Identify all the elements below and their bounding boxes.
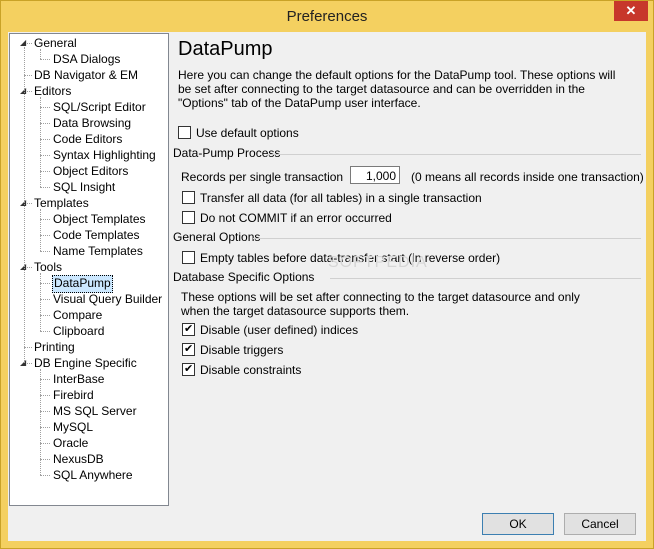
- tree-item[interactable]: MS SQL Server: [52, 403, 138, 419]
- tree-connector: [40, 219, 50, 220]
- checkbox-box[interactable]: [182, 211, 195, 224]
- db-specific-note: These options will be set after connecti…: [181, 290, 580, 318]
- data-pump-process-heading: Data-Pump Process: [173, 146, 281, 160]
- records-label: Records per single transaction: [181, 170, 344, 184]
- tree-item[interactable]: SQL Anywhere: [52, 467, 134, 483]
- records-per-transaction-input[interactable]: 1,000: [350, 166, 400, 184]
- tree-item[interactable]: Compare: [52, 307, 103, 323]
- checkbox-box[interactable]: [182, 191, 195, 204]
- tree-connector: [40, 171, 50, 172]
- disable-triggers-checkbox[interactable]: Disable triggers: [182, 341, 284, 358]
- tree-connector: [40, 273, 41, 331]
- title-bar[interactable]: Preferences ✕: [1, 1, 653, 32]
- disable-indices-checkbox[interactable]: Disable (user defined) indices: [182, 321, 359, 338]
- tree-connector: [40, 59, 50, 60]
- tree-item[interactable]: DB Navigator & EM: [33, 67, 139, 83]
- use-default-label: Use default options: [196, 126, 299, 140]
- page-title: DataPump: [178, 38, 273, 60]
- tree-connector: [40, 395, 50, 396]
- divider: [267, 154, 641, 155]
- tree-connector: [40, 411, 50, 412]
- tree-connector: [40, 97, 41, 187]
- tree-item[interactable]: Visual Query Builder: [52, 291, 163, 307]
- expander-icon[interactable]: ◢: [20, 39, 28, 47]
- watermark: SOFTPEDIA: [328, 254, 428, 271]
- tree-item[interactable]: Code Editors: [52, 131, 123, 147]
- tree-connector: [40, 251, 50, 252]
- tree-connector: [40, 443, 50, 444]
- tree-connector: [40, 459, 50, 460]
- tree-connector: [40, 299, 50, 300]
- page-description: Here you can change the default options …: [178, 68, 616, 110]
- tree-connector: [40, 155, 50, 156]
- tree-connector: [40, 107, 50, 108]
- tree-item[interactable]: Firebird: [52, 387, 95, 403]
- tree-connector: [40, 369, 41, 475]
- tree-item[interactable]: DSA Dialogs: [52, 51, 121, 67]
- tree-item[interactable]: Editors: [33, 83, 72, 99]
- tree-item[interactable]: Object Templates: [52, 211, 147, 227]
- transfer-all-label: Transfer all data (for all tables) in a …: [200, 191, 482, 205]
- tree-item[interactable]: Printing: [33, 339, 76, 355]
- checkbox-box[interactable]: [178, 126, 191, 139]
- tree-item[interactable]: InterBase: [52, 371, 105, 387]
- db-specific-heading: Database Specific Options: [173, 270, 315, 284]
- close-button[interactable]: ✕: [614, 1, 648, 21]
- disable-constraints-label: Disable constraints: [200, 363, 302, 377]
- tree-connector: [40, 315, 50, 316]
- tree-item[interactable]: MySQL: [52, 419, 94, 435]
- tree-connector: [40, 139, 50, 140]
- no-commit-checkbox[interactable]: Do not COMMIT if an error occurred: [182, 210, 392, 226]
- preferences-window: Preferences ✕ ◢ General DSA Dialogs DB Navi…: [0, 0, 654, 549]
- tree-item[interactable]: Syntax Highlighting: [52, 147, 157, 163]
- tree-item[interactable]: DB Engine Specific: [33, 355, 138, 371]
- tree-item[interactable]: Name Templates: [52, 243, 144, 259]
- checkbox-box[interactable]: [182, 361, 195, 377]
- tree-item[interactable]: Code Templates: [52, 227, 141, 243]
- tree-connector: [40, 475, 50, 476]
- tree-connector: [40, 187, 50, 188]
- tree-connector: [24, 47, 25, 363]
- tree-item[interactable]: Oracle: [52, 435, 89, 451]
- transfer-all-checkbox[interactable]: Transfer all data (for all tables) in a …: [182, 190, 482, 206]
- tree-item[interactable]: NexusDB: [52, 451, 105, 467]
- tree-item[interactable]: Clipboard: [52, 323, 105, 339]
- tree-connector: [40, 283, 50, 284]
- tree-connector: [40, 331, 50, 332]
- cancel-button[interactable]: Cancel: [564, 513, 636, 535]
- tree-connector: [40, 427, 50, 428]
- tree-item[interactable]: SQL Insight: [52, 179, 116, 195]
- client-area: ◢ General DSA Dialogs DB Navigator & EM ◢ Edi…: [8, 32, 646, 541]
- tree-connector: [24, 75, 32, 76]
- tree-item[interactable]: Data Browsing: [52, 115, 132, 131]
- use-default-checkbox[interactable]: Use default options: [178, 125, 299, 141]
- tree-connector: [40, 123, 50, 124]
- window-title: Preferences: [286, 8, 368, 25]
- checkbox-box[interactable]: [182, 321, 195, 337]
- checkbox-box[interactable]: [182, 251, 195, 264]
- disable-triggers-label: Disable triggers: [200, 343, 284, 357]
- disable-indices-label: Disable (user defined) indices: [200, 323, 359, 337]
- divider: [253, 238, 641, 239]
- records-note: (0 means all records inside one transact…: [411, 170, 644, 184]
- ok-button[interactable]: OK: [482, 513, 554, 535]
- tree-item[interactable]: Object Editors: [52, 163, 129, 179]
- tree-connector: [40, 235, 50, 236]
- tree-connector: [40, 49, 41, 59]
- tree-connector: [40, 209, 41, 251]
- tree-item[interactable]: Tools: [33, 259, 63, 275]
- checkbox-box[interactable]: [182, 341, 195, 357]
- tree-item[interactable]: SQL/Script Editor: [52, 99, 147, 115]
- general-options-heading: General Options: [173, 230, 261, 244]
- disable-constraints-checkbox[interactable]: Disable constraints: [182, 361, 302, 378]
- options-tree[interactable]: ◢ General DSA Dialogs DB Navigator & EM ◢ Edi…: [9, 33, 169, 506]
- divider: [330, 278, 641, 279]
- no-commit-label: Do not COMMIT if an error occurred: [200, 211, 392, 225]
- tree-connector: [40, 379, 50, 380]
- tree-item[interactable]: Templates: [33, 195, 90, 211]
- tree-connector: [24, 347, 32, 348]
